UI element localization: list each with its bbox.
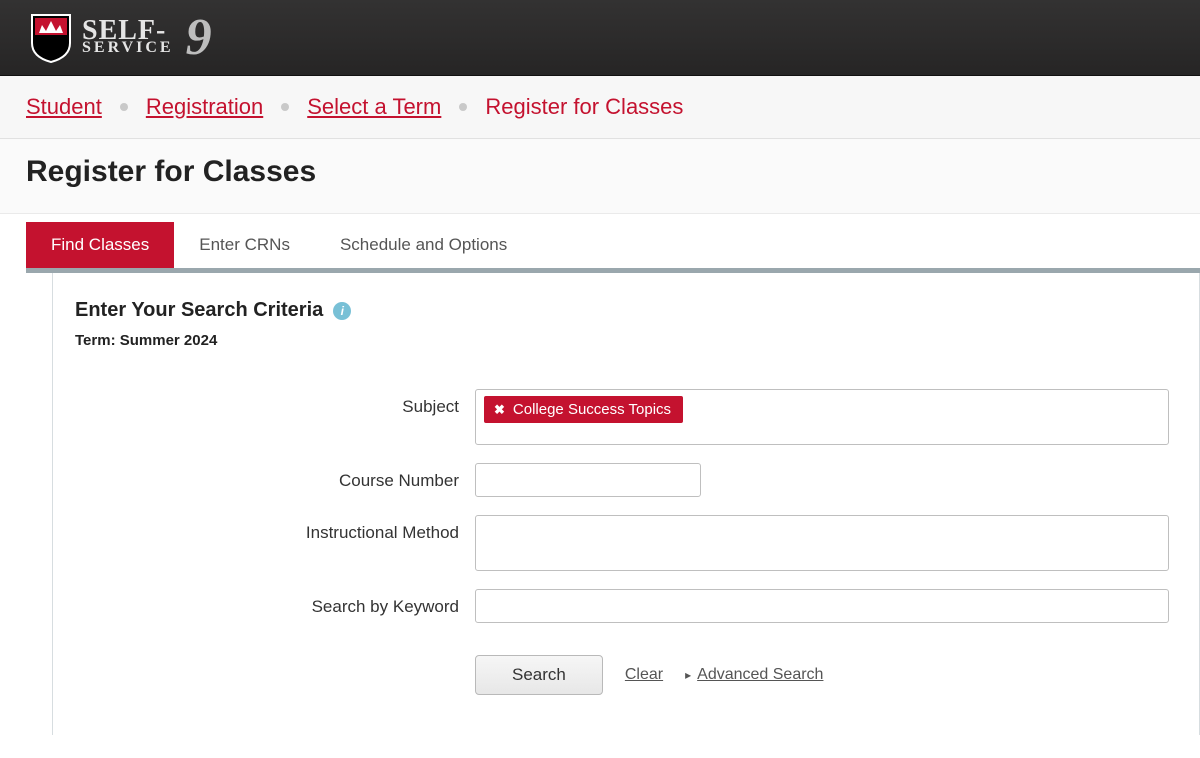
tab-enter-crns[interactable]: Enter CRNs [174, 222, 315, 268]
row-course-number: Course Number [75, 463, 1169, 497]
app-logo: SELF- SERVICE 9 [30, 12, 212, 64]
breadcrumb-current: Register for Classes [485, 94, 683, 120]
label-instructional-method: Instructional Method [75, 515, 475, 543]
app-header: SELF- SERVICE 9 [0, 0, 1200, 76]
shield-icon [30, 13, 72, 63]
tab-schedule-options[interactable]: Schedule and Options [315, 222, 532, 268]
info-icon[interactable]: i [333, 302, 351, 320]
tabs-container: Find Classes Enter CRNs Schedule and Opt… [26, 222, 1200, 735]
row-subject: Subject ✖ College Success Topics [75, 389, 1169, 445]
tab-find-classes[interactable]: Find Classes [26, 222, 174, 268]
label-course-number: Course Number [75, 463, 475, 491]
row-keyword: Search by Keyword [75, 589, 1169, 623]
keyword-input[interactable] [475, 589, 1169, 623]
subject-tag: ✖ College Success Topics [484, 396, 683, 423]
criteria-term: Term: Summer 2024 [75, 332, 1169, 349]
page-title-area: Register for Classes [0, 139, 1200, 214]
breadcrumb: Student Registration Select a Term Regis… [0, 76, 1200, 139]
criteria-area: Enter Your Search Criteria i Term: Summe… [53, 273, 1199, 735]
subject-tag-label: College Success Topics [513, 401, 671, 418]
label-keyword: Search by Keyword [75, 589, 475, 617]
breadcrumb-separator-icon [459, 103, 467, 111]
term-value: Summer 2024 [120, 332, 218, 349]
advanced-search[interactable]: ▸ Advanced Search [685, 666, 823, 684]
criteria-title: Enter Your Search Criteria [75, 299, 323, 322]
breadcrumb-separator-icon [120, 103, 128, 111]
tabs: Find Classes Enter CRNs Schedule and Opt… [26, 222, 1200, 268]
subject-input[interactable]: ✖ College Success Topics [475, 389, 1169, 445]
instructional-method-input[interactable] [475, 515, 1169, 571]
button-row: Search Clear ▸ Advanced Search [475, 655, 1169, 695]
criteria-heading: Enter Your Search Criteria i [75, 299, 1169, 322]
logo-text: SELF- SERVICE [82, 20, 174, 55]
search-form: Subject ✖ College Success Topics Course … [75, 389, 1169, 695]
course-number-input[interactable] [475, 463, 701, 497]
caret-right-icon: ▸ [685, 668, 691, 682]
breadcrumb-student[interactable]: Student [26, 94, 102, 120]
page-title: Register for Classes [26, 155, 1174, 189]
breadcrumb-registration[interactable]: Registration [146, 94, 263, 120]
logo-sub: SERVICE [82, 42, 174, 55]
remove-tag-icon[interactable]: ✖ [494, 402, 505, 418]
content-panel: Enter Your Search Criteria i Term: Summe… [52, 273, 1200, 735]
advanced-search-label: Advanced Search [697, 666, 823, 684]
label-subject: Subject [75, 389, 475, 417]
logo-suffix: 9 [186, 12, 212, 64]
term-label: Term: [75, 332, 116, 349]
breadcrumb-select-term[interactable]: Select a Term [307, 94, 441, 120]
search-button[interactable]: Search [475, 655, 603, 695]
breadcrumb-separator-icon [281, 103, 289, 111]
row-instructional-method: Instructional Method [75, 515, 1169, 571]
clear-link[interactable]: Clear [625, 666, 663, 684]
